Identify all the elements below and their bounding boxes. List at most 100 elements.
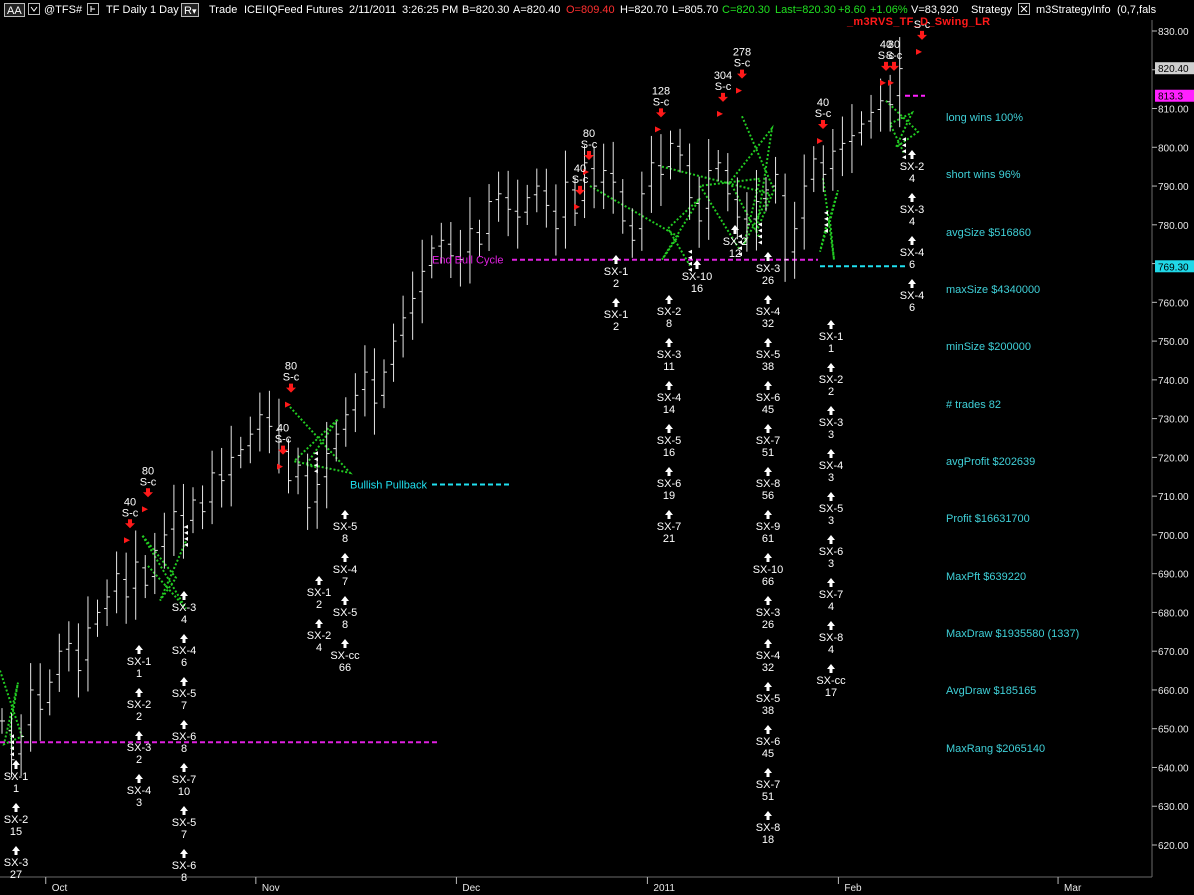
exit-qty-label: 7	[342, 576, 348, 588]
exchange-label: ICEI	[244, 4, 266, 16]
price-tick-label: 630.00	[1158, 802, 1189, 813]
close-indicator-button[interactable]	[1018, 3, 1030, 15]
exit-qty-label: 1	[13, 783, 19, 795]
price-tick-label: 640.00	[1158, 763, 1189, 774]
date-label: 2/11/2011	[349, 4, 397, 16]
title-menu-button[interactable]	[87, 3, 99, 15]
exit-qty-label: 8	[666, 318, 672, 330]
exit-label: SX-1	[307, 587, 331, 599]
exit-label: SX-3	[657, 349, 681, 361]
exit-label: SX-3	[127, 742, 151, 754]
stat-short-wins: short wins 96%	[946, 169, 1021, 181]
stat-max-size: maxSize $4340000	[946, 284, 1041, 296]
exit-qty-label: 6	[909, 259, 915, 271]
exit-qty-label: 4	[909, 173, 915, 185]
exit-qty-label: 45	[762, 404, 774, 416]
exit-label: SX-cc	[816, 675, 846, 687]
exit-qty-label: 51	[762, 791, 774, 803]
change-percent-label: +1.06%	[870, 4, 908, 16]
exit-label: SX-6	[657, 478, 681, 490]
exit-label: SX-4	[657, 392, 681, 404]
interval-button[interactable]: R▾	[181, 3, 200, 17]
exit-qty-label: 3	[828, 429, 834, 441]
exit-qty-label: 19	[663, 490, 675, 502]
exit-qty-label: 8	[181, 872, 187, 884]
time-tick-label: Oct	[52, 883, 68, 894]
exit-label: SX-1	[819, 331, 843, 343]
indicator-label[interactable]: m3StrategyInfo	[1036, 3, 1111, 17]
exit-qty-label: 27	[10, 869, 22, 881]
exit-label: SX-8	[756, 822, 780, 834]
exit-qty-label: 51	[762, 447, 774, 459]
chart-toolbar: AA @TFS# TF Daily 1 Day R▾ Trade ICEI IQ…	[0, 0, 1194, 20]
exit-qty-label: 26	[762, 275, 774, 287]
exit-label: SX-8	[756, 478, 780, 490]
price-tick-label: 700.00	[1158, 531, 1189, 542]
entry-type-label: S-c	[140, 476, 157, 488]
exit-qty-label: 4	[828, 601, 834, 613]
change-label: +8.60	[838, 4, 866, 16]
exit-qty-label: 18	[762, 834, 774, 846]
exit-qty-label: 10	[178, 786, 190, 798]
exit-qty-label: 38	[762, 361, 774, 373]
exit-qty-label: 66	[762, 576, 774, 588]
interval-label: 1 Day	[150, 4, 179, 16]
time-tick-label: Feb	[844, 883, 862, 894]
stat-long-wins: long wins 100%	[946, 112, 1024, 124]
layout-button[interactable]: AA	[4, 3, 25, 17]
entry-type-label: S-c	[715, 81, 732, 93]
price-tick-label: 680.00	[1158, 608, 1189, 619]
exit-label: SX-6	[172, 860, 196, 872]
time-tick-label: Dec	[462, 883, 480, 894]
exit-qty-label: 4	[909, 216, 915, 228]
exit-qty-label: 15	[10, 826, 22, 838]
stat-avg-size: avgSize $516860	[946, 227, 1032, 239]
exit-qty-label: 4	[828, 644, 834, 656]
price-tick-label: 690.00	[1158, 570, 1189, 581]
exit-qty-label: 32	[762, 318, 774, 330]
price-tick-label: 740.00	[1158, 376, 1189, 387]
data-mode-label: Trade	[209, 4, 238, 16]
strategy-name: _m3RVS_TF_D_Swing_LR	[847, 16, 991, 28]
exit-qty-label: 17	[825, 687, 837, 699]
exit-qty-label: 4	[316, 642, 322, 654]
bid-label: B=820.30	[462, 4, 510, 16]
open-label: O=809.40	[566, 4, 615, 16]
exit-label: SX-2	[4, 814, 28, 826]
price-tick-label: 760.00	[1158, 298, 1189, 309]
exit-label: SX-4	[756, 306, 780, 318]
time-tick-label: 2011	[653, 883, 675, 894]
stat-avg-profit: avgProfit $202639	[946, 456, 1036, 468]
exit-label: SX-10	[682, 271, 713, 283]
exit-label: SX-4	[900, 247, 924, 259]
price-chart[interactable]: End Bull CycleBullish Pullback80S-c40S-c…	[0, 0, 1194, 895]
exit-qty-label: 14	[663, 404, 675, 416]
exit-qty-label: 38	[762, 705, 774, 717]
symbol-label[interactable]: @TFS#	[44, 3, 82, 17]
close-label: C=820.30	[722, 4, 771, 16]
exit-label: SX-2	[657, 306, 681, 318]
stat-min-size: minSize $200000	[946, 341, 1032, 353]
exit-qty-label: 2	[316, 599, 322, 611]
stat-trades: # trades 82	[946, 399, 1002, 411]
exit-label: SX-1	[604, 309, 628, 321]
chart-background	[0, 0, 1194, 895]
price-tick-label: 830.00	[1158, 27, 1189, 38]
exit-label: SX-2	[900, 161, 924, 173]
exit-label: SX-1	[127, 656, 151, 668]
exit-label: SX-6	[819, 546, 843, 558]
exit-label: SX-5	[172, 688, 196, 700]
exit-label: SX-3	[756, 263, 780, 275]
entry-type-label: S-c	[275, 434, 292, 446]
exit-label: SX-3	[900, 204, 924, 216]
exit-label: SX-5	[333, 607, 357, 619]
exit-label: SX-5	[172, 817, 196, 829]
price-tick-label: 660.00	[1158, 686, 1189, 697]
symbol-dropdown[interactable]	[28, 3, 40, 15]
last-label: Last=820.30	[775, 4, 836, 16]
exit-label: SX-6	[756, 392, 780, 404]
feed-label: IQFeed	[266, 4, 303, 16]
exit-label: SX-3	[756, 607, 780, 619]
exit-qty-label: 32	[762, 662, 774, 674]
category-label: Futures	[306, 4, 344, 16]
